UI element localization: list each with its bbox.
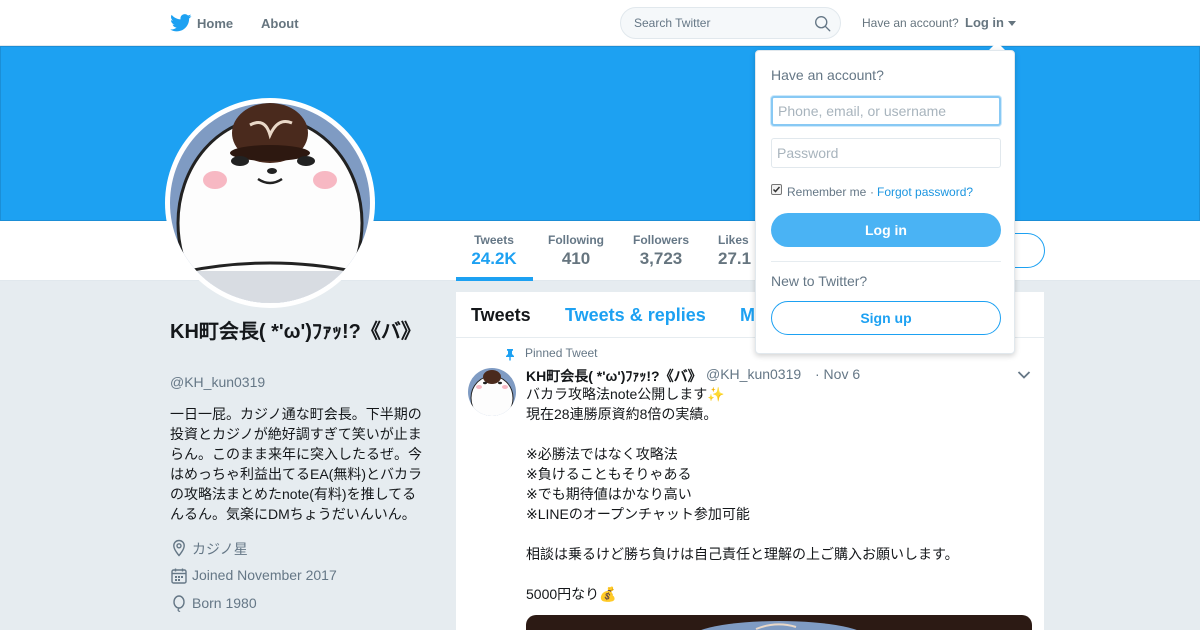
- calendar-icon: [171, 568, 187, 584]
- remember-me-checkbox[interactable]: [771, 184, 782, 195]
- remember-me-label[interactable]: Remember me: [787, 185, 866, 199]
- joined-text: Joined November 2017: [192, 567, 337, 583]
- username-field[interactable]: [771, 96, 1001, 126]
- location-pin-icon: [173, 539, 185, 557]
- login-button[interactable]: Log in: [771, 213, 1001, 247]
- signup-button[interactable]: Sign up: [771, 301, 1001, 335]
- pinned-label: Pinned Tweet: [525, 346, 598, 360]
- stat-followers[interactable]: Followers 3,723: [630, 233, 692, 269]
- tweet-media[interactable]: [526, 615, 1032, 630]
- profile-avatar[interactable]: [165, 98, 375, 330]
- avatar-image: [170, 103, 370, 330]
- active-tab-indicator: [456, 277, 533, 281]
- separator-dot: ·: [870, 185, 874, 199]
- stat-following[interactable]: Following 410: [545, 233, 607, 269]
- balloon-icon: [173, 595, 185, 612]
- search-input[interactable]: Search Twitter: [634, 16, 710, 30]
- nav-home-link[interactable]: Home: [197, 16, 233, 31]
- password-field[interactable]: [771, 138, 1001, 168]
- login-dropdown: Have an account? Remember me · Forgot pa…: [755, 50, 1015, 354]
- stat-label: Followers: [632, 233, 689, 247]
- nav-about-link[interactable]: About: [261, 16, 299, 31]
- tweet-text: バカラ攻略法note公開します✨ 現在28連勝原資約8倍の実績。 ※必勝法ではな…: [526, 386, 959, 602]
- dropdown-title: Have an account?: [771, 67, 884, 83]
- tab-media[interactable]: M: [740, 305, 755, 326]
- stat-value: 24.2K: [471, 249, 517, 268]
- tab-tweets-replies[interactable]: Tweets & replies: [565, 305, 706, 326]
- stat-label: Following: [548, 233, 604, 247]
- profile-bio: 一日一屁。カジノ通な町会長。下半期の投資とカジノが絶好調すぎて笑いが止まらん。こ…: [170, 406, 422, 522]
- forgot-password-link[interactable]: Forgot password?: [877, 185, 973, 199]
- tweet-author-name[interactable]: KH町会長( *'ω')ﾌｧｯ!?《バ》: [526, 366, 702, 386]
- have-account-text: Have an account?: [862, 16, 959, 30]
- top-nav: Home About Search Twitter Have an accoun…: [0, 0, 1200, 46]
- chevron-down-icon[interactable]: [1008, 21, 1016, 26]
- tweet-timestamp[interactable]: · Nov 6: [815, 366, 860, 382]
- new-to-twitter-text: New to Twitter?: [771, 273, 868, 289]
- pin-icon: [506, 349, 514, 361]
- profile-name[interactable]: KH町会長( *'ω')ﾌｧｯ!?《バ》: [170, 318, 421, 346]
- stat-value: 3,723: [639, 249, 683, 268]
- search-icon[interactable]: [814, 15, 831, 32]
- stat-value: 410: [561, 249, 591, 268]
- profile-handle[interactable]: @KH_kun0319: [170, 374, 265, 390]
- tweet-avatar[interactable]: [468, 368, 516, 416]
- chevron-down-icon[interactable]: [1017, 370, 1031, 380]
- tweet-author-handle[interactable]: @KH_kun0319: [706, 366, 801, 382]
- search-box[interactable]: Search Twitter: [620, 7, 841, 39]
- born-text: Born 1980: [192, 595, 257, 611]
- login-menu-link[interactable]: Log in: [965, 15, 1004, 30]
- stat-tweets[interactable]: Tweets 24.2K: [470, 233, 518, 269]
- media-preview-image: [701, 621, 857, 630]
- tab-tweets[interactable]: Tweets: [471, 305, 531, 326]
- location-text: カジノ星: [192, 541, 248, 557]
- divider: [771, 261, 1001, 262]
- stat-label: Tweets: [474, 233, 514, 247]
- twitter-bird-icon[interactable]: [170, 14, 192, 32]
